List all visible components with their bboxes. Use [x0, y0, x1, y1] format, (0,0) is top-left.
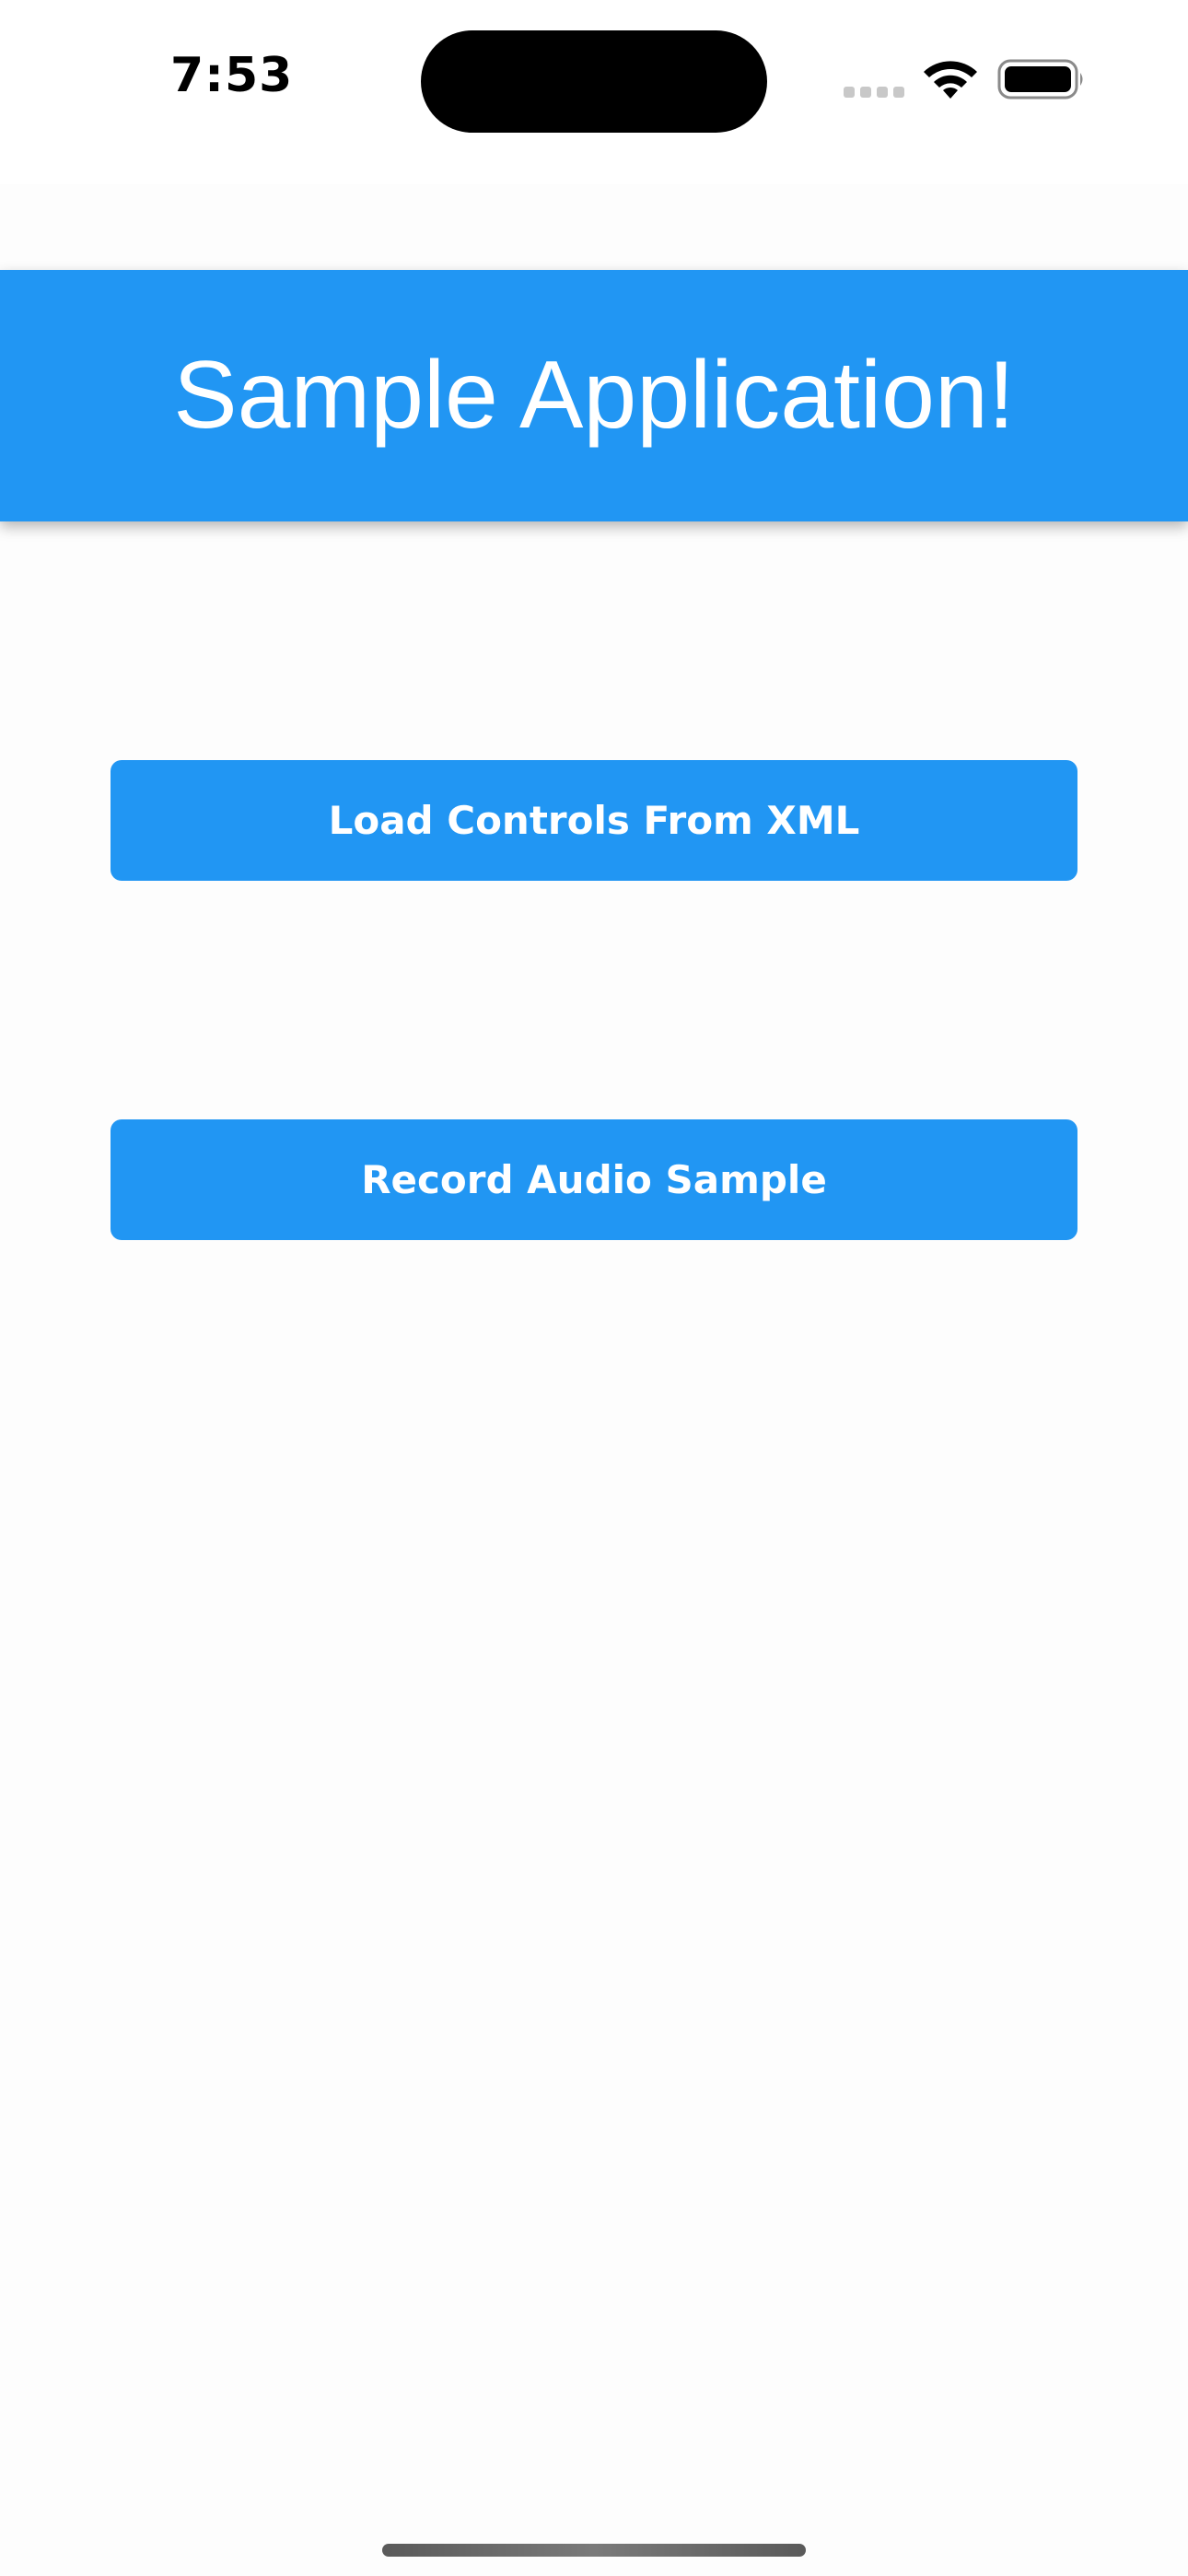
app-screen: 7:53 Sample Application! Load Controls F…: [0, 0, 1188, 2576]
status-bar: 7:53: [0, 0, 1188, 184]
load-controls-from-xml-button[interactable]: Load Controls From XML: [111, 760, 1077, 881]
home-indicator[interactable]: [382, 2544, 806, 2557]
dynamic-island: [421, 30, 767, 133]
battery-icon: [997, 59, 1083, 100]
app-header: Sample Application!: [0, 270, 1188, 521]
wifi-icon: [924, 61, 977, 99]
status-time: 7:53: [170, 48, 294, 103]
record-audio-sample-button[interactable]: Record Audio Sample: [111, 1119, 1077, 1240]
page-title: Sample Application!: [173, 342, 1015, 449]
signal-icon: [844, 87, 904, 98]
